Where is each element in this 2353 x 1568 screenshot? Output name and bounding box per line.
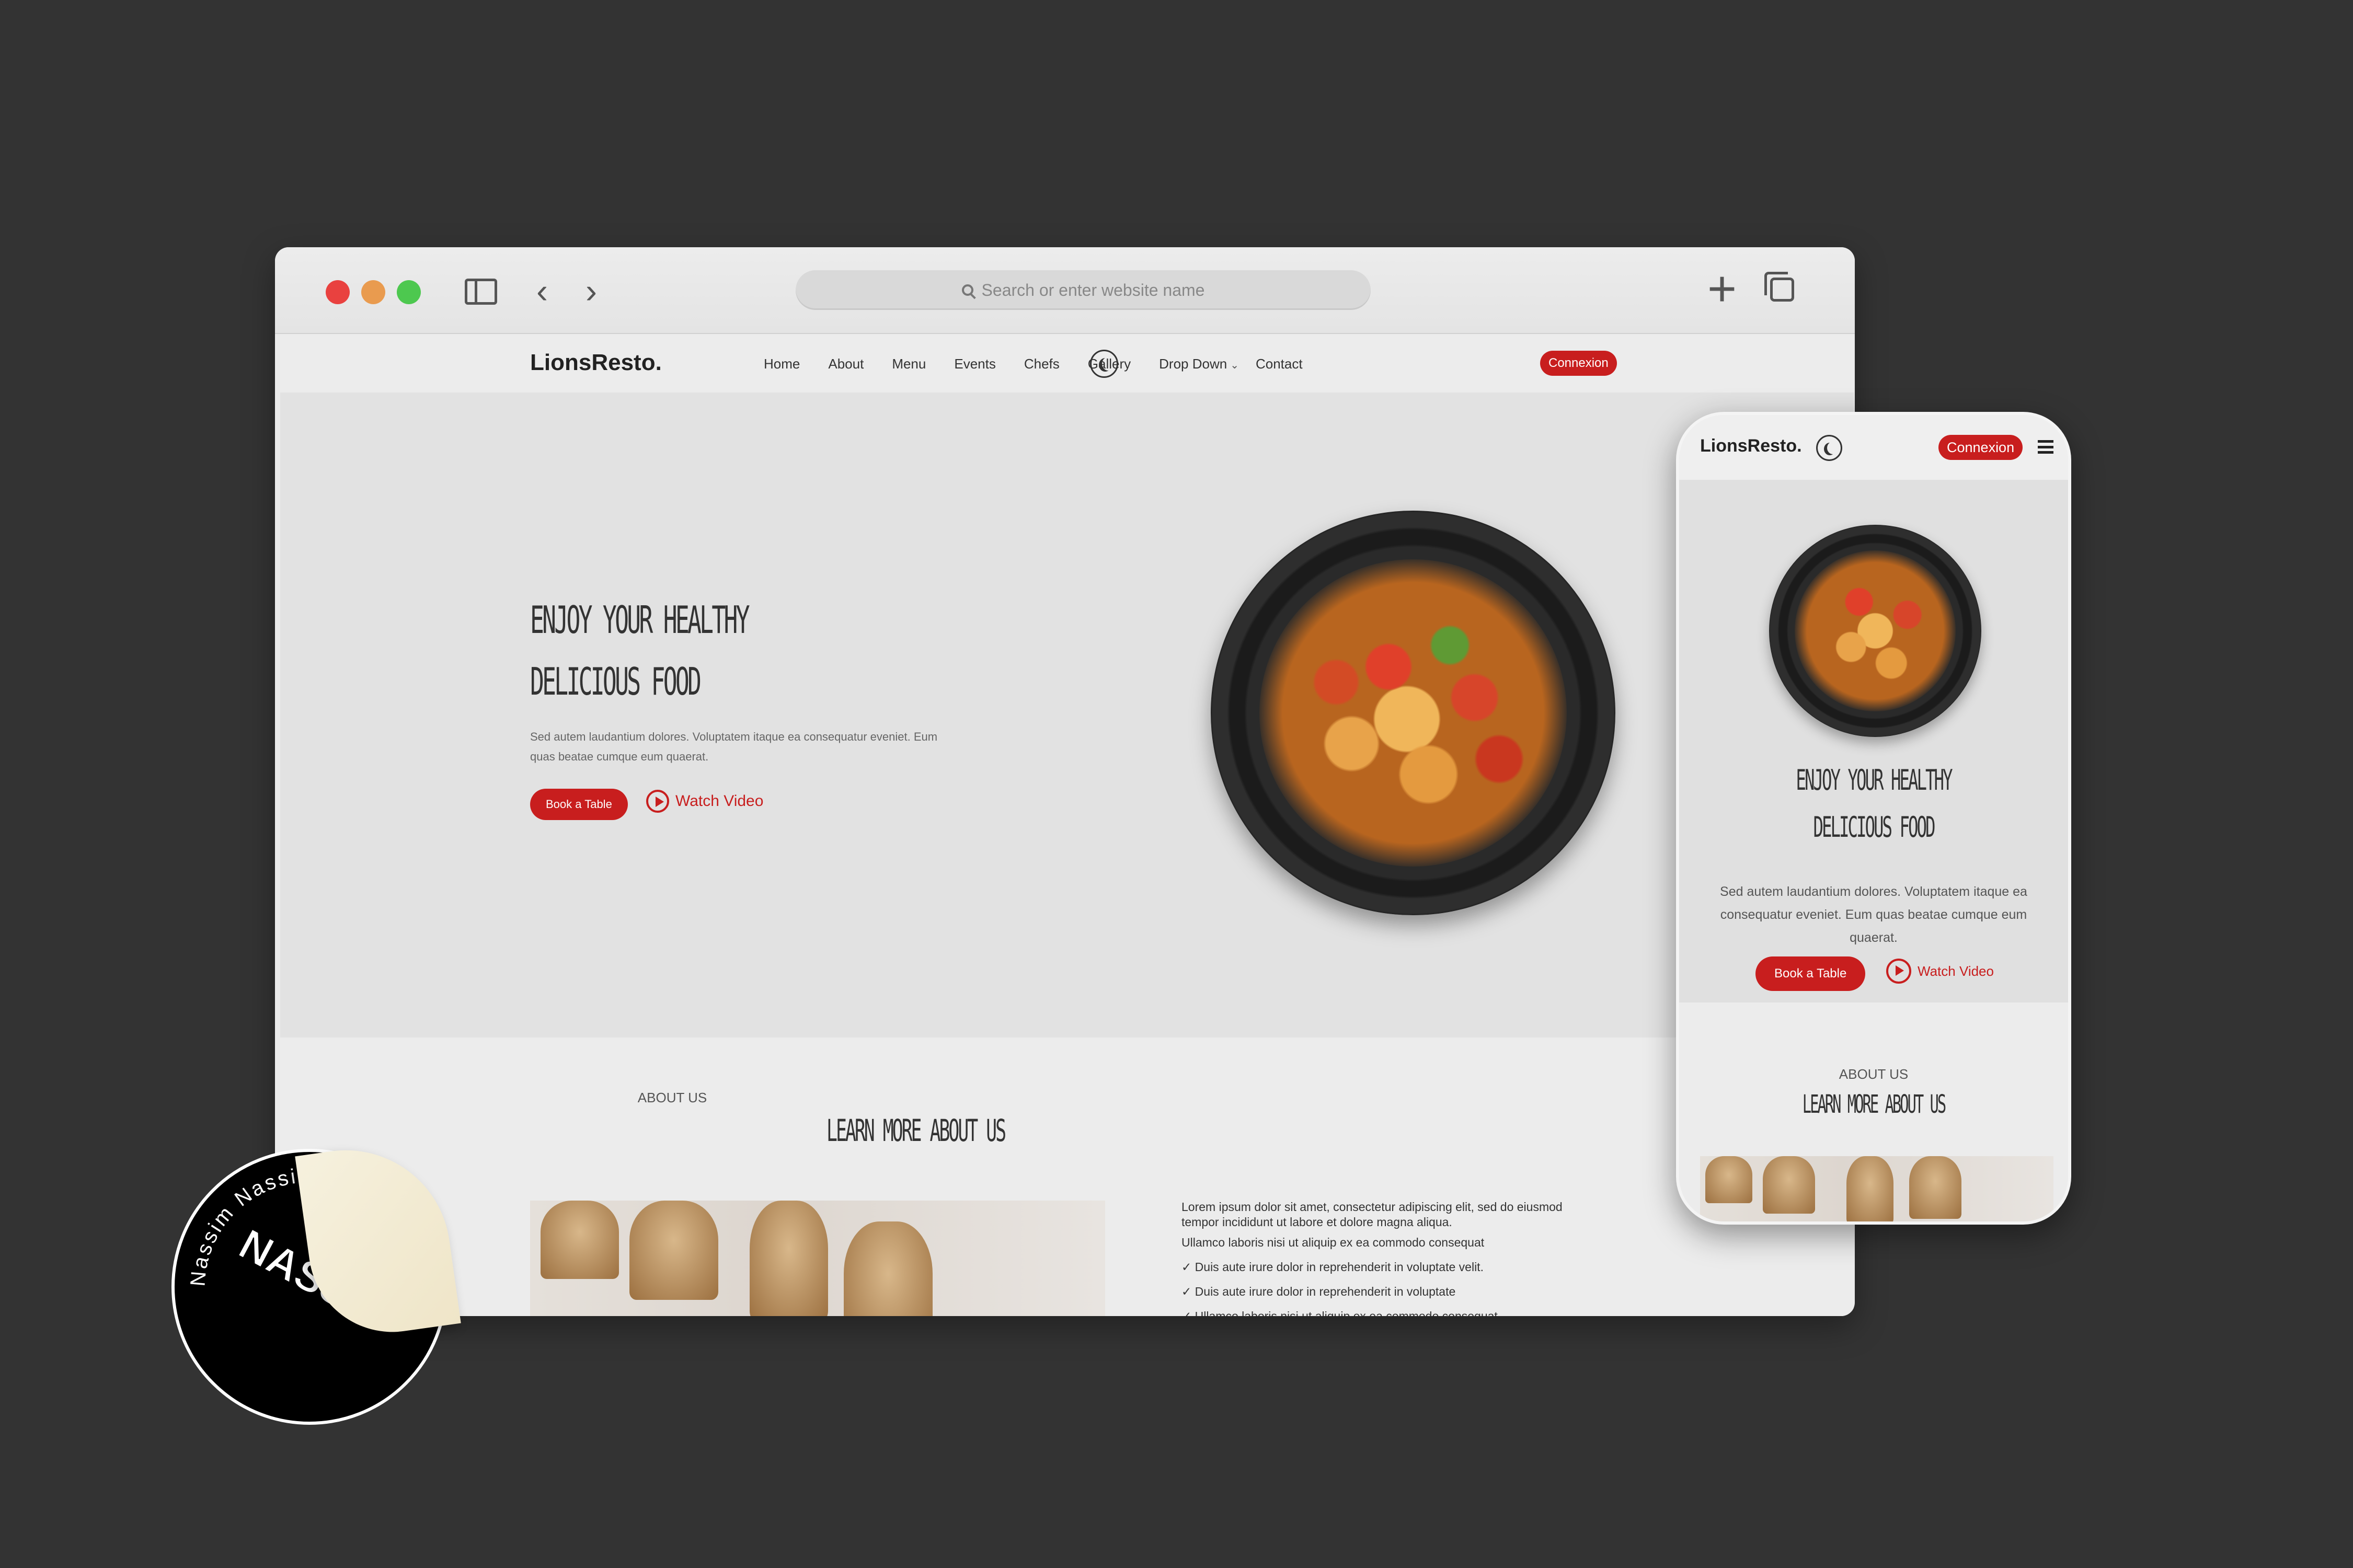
- mobile-logo[interactable]: LionsResto.: [1700, 436, 1802, 456]
- watch-video-label: Watch Video: [675, 792, 764, 810]
- mobile-food-image: [1769, 525, 1981, 737]
- browser-toolbar: ‹ › Search or enter website name +: [275, 247, 1855, 334]
- mobile-header: LionsResto. Connexion: [1679, 415, 2068, 480]
- play-icon: [1886, 959, 1911, 984]
- mobile-preview: LionsResto. Connexion Enjoy Your Healthy…: [1676, 412, 2071, 1225]
- mobile-hero-title: Enjoy Your Healthy Delicious Food: [1757, 757, 1990, 851]
- nav-dropdown[interactable]: Drop Down ⌄: [1159, 356, 1239, 372]
- about-paragraph: Lorem ipsum dolor sit amet, consectetur …: [1181, 1200, 1563, 1229]
- address-bar[interactable]: Search or enter website name: [796, 270, 1371, 310]
- book-table-button[interactable]: Book a Table: [530, 789, 628, 820]
- site-header: LionsResto. Home About Menu Events Chefs…: [280, 334, 1854, 393]
- mobile-about-section: ABOUT US Learn More About Us: [1679, 1002, 2068, 1221]
- nav-about[interactable]: About: [828, 356, 864, 372]
- nav-home[interactable]: Home: [764, 356, 800, 372]
- watch-video-link[interactable]: Watch Video: [646, 790, 763, 813]
- about-check1: ✓ Duis aute irure dolor in reprehenderit…: [1181, 1260, 1484, 1274]
- about-image: [530, 1201, 1105, 1316]
- moon-icon: [1102, 357, 1115, 371]
- maximize-window-button[interactable]: [397, 280, 421, 304]
- about-line2: Ullamco laboris nisi ut aliquip ex ea co…: [1181, 1236, 1485, 1249]
- mobile-book-table-button[interactable]: Book a Table: [1755, 956, 1866, 991]
- chevron-left-icon[interactable]: ‹: [536, 272, 548, 309]
- mobile-about-title: Learn More About Us: [1802, 1090, 1946, 1119]
- address-placeholder: Search or enter website name: [981, 280, 1205, 299]
- mobile-about-label: ABOUT US: [1839, 1066, 1909, 1082]
- web-page: LionsResto. Home About Menu Events Chefs…: [280, 334, 1854, 1316]
- dark-mode-toggle[interactable]: [1090, 350, 1118, 378]
- browser-window: ‹ › Search or enter website name + Lions…: [275, 247, 1855, 1316]
- chevron-down-icon: ⌄: [1230, 360, 1239, 371]
- connexion-button[interactable]: Connexion: [1540, 351, 1617, 376]
- nav-menu[interactable]: Menu: [892, 356, 926, 372]
- lamp-shape: [541, 1201, 619, 1279]
- moon-icon: [1827, 442, 1839, 454]
- lamp-shape: [1763, 1156, 1815, 1214]
- mobile-about-image: [1700, 1156, 2053, 1221]
- mobile-watch-video-label: Watch Video: [1918, 963, 1994, 979]
- hero-title-line1: Enjoy Your Healthy: [530, 598, 750, 642]
- hero-section: Enjoy Your Healthy Delicious Food Sed au…: [280, 393, 1854, 1037]
- nav-chefs[interactable]: Chefs: [1024, 356, 1060, 372]
- close-window-button[interactable]: [326, 280, 350, 304]
- nav-dropdown-label: Drop Down: [1159, 356, 1227, 372]
- about-title: Learn More About Us: [827, 1113, 1006, 1148]
- sidebar-icon[interactable]: [465, 279, 497, 305]
- lamp-shape: [1909, 1156, 1961, 1219]
- play-icon: [646, 790, 669, 813]
- mobile-hero-description: Sed autem laudantium dolores. Voluptatem…: [1720, 884, 2027, 945]
- lamp-shape: [750, 1201, 828, 1316]
- about-text: Lorem ipsum dolor sit amet, consectetur …: [1181, 1200, 1579, 1316]
- hero-description: Sed autem laudantium dolores. Voluptatem…: [530, 730, 938, 763]
- about-check3: ✓ Ullamco laboris nisi ut aliquip ex ea …: [1181, 1309, 1498, 1316]
- lamp-shape: [844, 1221, 933, 1316]
- mobile-hero-title-line2: Delicious Food: [1813, 811, 1935, 844]
- food-dish: [1794, 550, 1956, 712]
- tabs-icon[interactable]: [1764, 272, 1794, 302]
- search-icon: [961, 284, 973, 296]
- minimize-window-button[interactable]: [361, 280, 385, 304]
- lamp-shape: [1846, 1156, 1893, 1221]
- hero-food-image: [1211, 511, 1615, 915]
- hero-title-line2: Delicious Food: [530, 660, 702, 704]
- lamp-shape: [629, 1201, 718, 1300]
- about-section: ABOUT US Learn More About Us Lorem ipsum…: [280, 1037, 1854, 1316]
- about-check2: ✓ Duis aute irure dolor in reprehenderit…: [1181, 1285, 1456, 1298]
- main-nav: Home About Menu Events Chefs Gallery Dro…: [764, 356, 1331, 372]
- mobile-connexion-button[interactable]: Connexion: [1938, 435, 2023, 460]
- nav-events[interactable]: Events: [954, 356, 996, 372]
- site-logo[interactable]: LionsResto.: [530, 350, 662, 376]
- chevron-right-icon[interactable]: ›: [586, 272, 597, 309]
- mobile-dark-mode-toggle[interactable]: [1816, 435, 1842, 461]
- plus-icon[interactable]: +: [1707, 263, 1737, 315]
- hero-title: Enjoy Your Healthy Delicious Food: [530, 589, 822, 712]
- mobile-hero-title-line1: Enjoy Your Healthy: [1796, 764, 1953, 797]
- mobile-watch-video-link[interactable]: Watch Video: [1886, 959, 1994, 984]
- lamp-shape: [1705, 1156, 1752, 1203]
- nav-contact[interactable]: Contact: [1256, 356, 1303, 372]
- about-label: ABOUT US: [637, 1090, 707, 1105]
- food-dish: [1259, 559, 1567, 867]
- hamburger-menu-icon[interactable]: [2038, 440, 2053, 454]
- mobile-hero: Enjoy Your Healthy Delicious Food Sed au…: [1679, 480, 2068, 1002]
